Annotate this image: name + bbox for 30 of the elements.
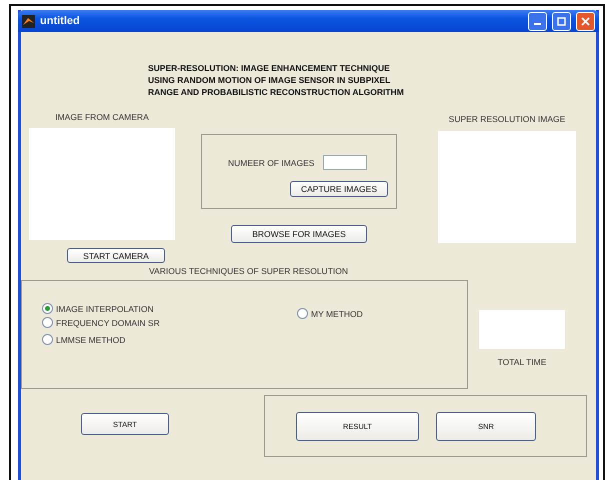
radio-label: FREQUENCY DOMAIN SR	[56, 318, 160, 328]
app-logo-icon	[22, 14, 35, 28]
image-count-field[interactable]	[323, 155, 368, 170]
result-image-label: SUPER RESOLUTION IMAGE	[448, 114, 566, 124]
maximize-button[interactable]	[552, 12, 571, 30]
radio-label: LMMSE METHOD	[56, 334, 126, 344]
browse-button[interactable]: BROWSE FOR IMAGES	[231, 225, 367, 243]
radio-option[interactable]: MY METHOD	[297, 308, 363, 319]
radio-button[interactable]	[42, 334, 53, 345]
start-camera-button[interactable]: START CAMERA	[67, 248, 165, 263]
radio-button[interactable]	[42, 317, 53, 328]
window-title: untitled	[40, 15, 81, 27]
radio-option[interactable]: LMMSE METHOD	[42, 334, 126, 345]
radio-option[interactable]: IMAGE INTERPOLATION	[42, 303, 154, 314]
app-heading: SUPER-RESOLUTION: IMAGE ENHANCEMENT TECHNIQUE USING RANDOM MOTION OF IMAGE SENSOR IN SUBPIXEL RANGE AND PROBABILISTIC RECONSTRUCTION ALGORITHM	[148, 62, 405, 98]
radio-button[interactable]	[42, 303, 53, 314]
image-count-label: NUMEER OF IMAGES	[228, 158, 314, 168]
minimize-button[interactable]	[528, 12, 547, 30]
techniques-title: VARIOUS TECHNIQUES OF SUPER RESOLUTION	[149, 266, 349, 276]
close-icon	[581, 16, 590, 26]
camera-label: IMAGE FROM CAMERA	[55, 112, 149, 122]
minimize-icon	[534, 23, 541, 25]
radio-label: IMAGE INTERPOLATION	[56, 304, 154, 314]
radio-button[interactable]	[297, 308, 308, 319]
maximize-icon	[557, 16, 566, 26]
capture-images-button[interactable]: CAPTURE IMAGES	[290, 181, 388, 197]
total-time-label: TOTAL TIME	[498, 357, 546, 367]
radio-option[interactable]: FREQUENCY DOMAIN SR	[42, 317, 160, 328]
radio-label: MY METHOD	[311, 308, 363, 318]
close-button[interactable]	[576, 12, 595, 30]
